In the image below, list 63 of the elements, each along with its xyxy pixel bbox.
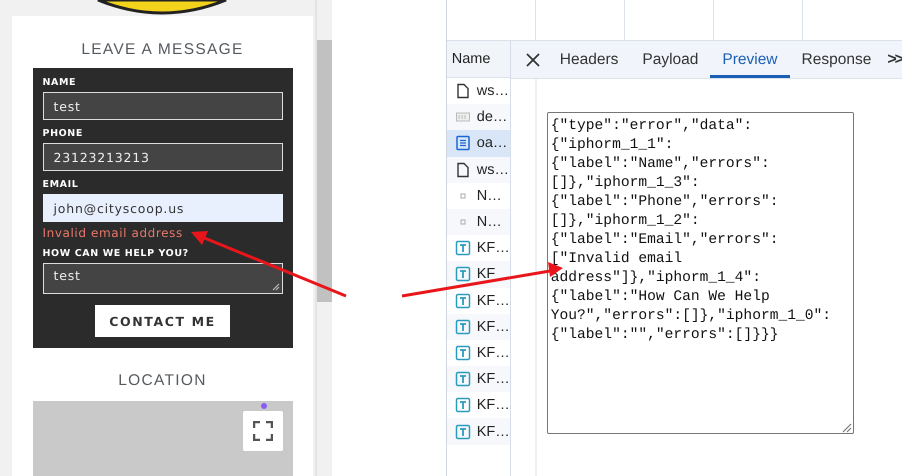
input-field[interactable]: test — [42, 92, 282, 120]
document-icon — [454, 135, 471, 152]
request-row[interactable]: ws… — [446, 78, 510, 104]
request-name[interactable]: ws… — [476, 162, 509, 178]
request-name[interactable]: KF… — [476, 344, 510, 361]
request-name[interactable]: ws… — [476, 83, 509, 100]
request-row[interactable]: N… — [446, 182, 510, 209]
tab[interactable]: Headers — [548, 41, 630, 78]
request-row[interactable]: oa… — [446, 130, 510, 157]
section-heading: LOCATION — [118, 372, 207, 390]
font-icon — [454, 292, 471, 309]
font-icon — [454, 424, 471, 440]
field-label: HOW CAN WE HELP YOU? — [42, 248, 189, 260]
resize-grip-icon[interactable] — [842, 423, 852, 433]
request-name[interactable]: de… — [476, 109, 508, 126]
document-icon — [454, 83, 471, 100]
message-field[interactable]: test — [42, 263, 282, 294]
request-row[interactable]: KF… — [446, 418, 510, 445]
document-icon — [454, 162, 471, 178]
request-name[interactable]: N… — [476, 188, 502, 204]
request-row[interactable]: KF… — [446, 340, 510, 366]
request-name[interactable]: N… — [476, 214, 502, 230]
request-row[interactable]: N… — [446, 208, 510, 236]
more-tabs-button[interactable]: >> — [883, 41, 902, 78]
request-name[interactable]: KF — [476, 266, 496, 282]
tab[interactable]: Response — [790, 41, 884, 78]
request-name[interactable]: oa… — [476, 135, 508, 152]
scrollbar[interactable] — [315, 0, 332, 476]
fullscreen-icon — [252, 421, 272, 441]
input-field[interactable]: 23123213213 — [42, 143, 282, 171]
request-row[interactable]: KF… — [446, 288, 510, 314]
column-header[interactable]: Name — [446, 41, 510, 78]
request-name[interactable]: KF… — [476, 318, 510, 335]
request-row[interactable]: KF… — [446, 235, 510, 262]
request-row[interactable]: ws… — [446, 156, 510, 183]
request-row[interactable]: de… — [446, 104, 510, 130]
field-label: EMAIL — [42, 179, 78, 191]
preview-text-area[interactable]: {"type":"error","data":{"iphorm_1_1":{"label":"Name","errors":[]},"iphorm_1_3":{"label":"Phone","errors":[]},"iphorm_1_2":{"label":"Email","errors":["Invalid email address"]},"iphorm_1_4":{"label":"How Can We Help You?","errors":[]},"iphorm_1_0":{"label":"","errors":[]}}} — [546, 112, 854, 434]
request-name[interactable]: KF… — [476, 240, 510, 256]
request-row[interactable]: KF… — [446, 314, 510, 340]
font-icon — [454, 371, 471, 388]
font-icon — [454, 240, 471, 256]
request-row[interactable]: KF… — [446, 366, 510, 392]
resize-grip-icon[interactable] — [272, 283, 280, 291]
request-name[interactable]: KF… — [476, 397, 510, 414]
font-icon — [454, 266, 471, 282]
error-message: Invalid email address — [42, 226, 183, 240]
fullscreen-button[interactable] — [242, 411, 282, 451]
contact-button[interactable]: CONTACT ME — [95, 305, 230, 337]
tab[interactable]: Payload — [630, 41, 710, 78]
request-name[interactable]: KF… — [476, 292, 510, 309]
marker-dot — [260, 403, 266, 409]
scrollbar-thumb[interactable] — [317, 40, 332, 302]
request-name[interactable]: KF… — [476, 424, 510, 440]
font-icon — [454, 397, 471, 414]
request-name[interactable]: KF… — [476, 371, 510, 388]
font-icon — [454, 344, 471, 361]
font-icon — [454, 318, 471, 335]
section-heading: LEAVE A MESSAGE — [81, 41, 244, 59]
field-label: PHONE — [42, 128, 83, 140]
input-field[interactable]: john@cityscoop.us — [42, 194, 282, 222]
request-row[interactable]: KF… — [446, 392, 510, 418]
field-label: NAME — [42, 77, 76, 89]
